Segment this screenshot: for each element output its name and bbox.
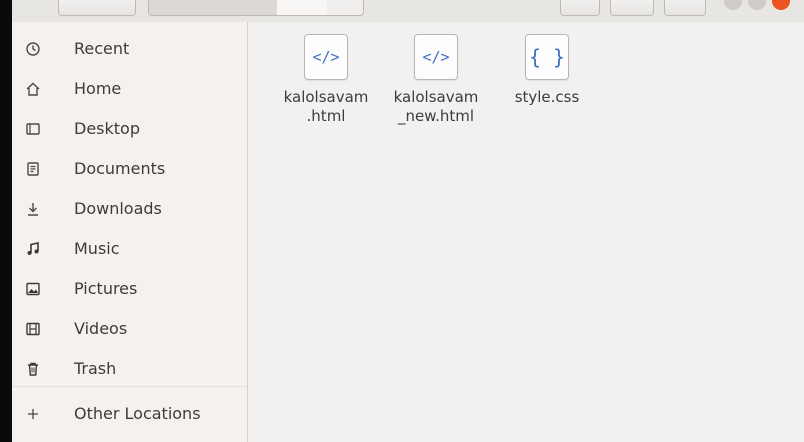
sidebar-item-other-locations[interactable]: Other Locations xyxy=(12,394,247,434)
sidebar-item-label: Pictures xyxy=(74,279,138,298)
clock-icon xyxy=(22,38,44,60)
sidebar-item-label: Home xyxy=(74,79,122,98)
file-manager-window: Recent Home Desktop Documents Downloads xyxy=(12,0,804,442)
desktop-icon xyxy=(22,118,44,140)
sidebar-item-music[interactable]: Music xyxy=(12,229,247,269)
view-toggle-button[interactable] xyxy=(610,0,654,16)
sidebar-item-label: Trash xyxy=(74,359,117,378)
file-item[interactable]: </> kalolsavam .html xyxy=(277,34,375,126)
sidebar-item-label: Documents xyxy=(74,159,166,178)
sidebar-item-documents[interactable]: Documents xyxy=(12,149,247,189)
sidebar-item-recent[interactable]: Recent xyxy=(12,29,247,69)
sidebar-item-trash[interactable]: Trash xyxy=(12,349,247,389)
sidebar-item-videos[interactable]: Videos xyxy=(12,309,247,349)
sidebar-item-label: Music xyxy=(74,239,120,258)
file-item[interactable]: </> kalolsavam _new.html xyxy=(387,34,485,126)
sidebar-item-label: Downloads xyxy=(74,199,162,218)
back-forward-buttons[interactable] xyxy=(58,0,136,16)
maximize-button[interactable] xyxy=(748,0,766,10)
close-button[interactable] xyxy=(772,0,790,10)
trash-icon xyxy=(22,358,44,380)
sidebar-item-label: Videos xyxy=(74,319,128,338)
sidebar-separator xyxy=(12,386,247,387)
home-icon xyxy=(22,78,44,100)
menu-button[interactable] xyxy=(664,0,706,16)
music-icon xyxy=(22,238,44,260)
plus-icon xyxy=(22,403,44,425)
path-segment-current[interactable] xyxy=(277,0,327,15)
document-icon xyxy=(22,158,44,180)
path-segment-parent[interactable] xyxy=(149,0,277,15)
sidebar-item-pictures[interactable]: Pictures xyxy=(12,269,247,309)
path-bar[interactable] xyxy=(148,0,364,16)
css-file-icon: { } xyxy=(525,34,569,80)
picture-icon xyxy=(22,278,44,300)
file-name: kalolsavam _new.html xyxy=(393,88,479,125)
sidebar-item-home[interactable]: Home xyxy=(12,69,247,109)
sidebar-item-label: Recent xyxy=(74,39,130,58)
places-sidebar: Recent Home Desktop Documents Downloads xyxy=(12,22,248,442)
file-name: style.css xyxy=(514,88,580,106)
search-button[interactable] xyxy=(560,0,600,16)
sidebar-item-downloads[interactable]: Downloads xyxy=(12,189,247,229)
download-icon xyxy=(22,198,44,220)
sidebar-item-label: Desktop xyxy=(74,119,140,138)
file-name: kalolsavam .html xyxy=(283,88,369,125)
html-file-icon: </> xyxy=(414,34,458,80)
sidebar-item-desktop[interactable]: Desktop xyxy=(12,109,247,149)
html-file-icon: </> xyxy=(304,34,348,80)
minimize-button[interactable] xyxy=(724,0,742,10)
file-view: </> kalolsavam .html </> kalolsavam _new… xyxy=(248,22,804,442)
sidebar-item-label: Other Locations xyxy=(74,404,201,423)
film-icon xyxy=(22,318,44,340)
header-bar xyxy=(12,0,804,23)
file-item[interactable]: { } style.css xyxy=(498,34,596,107)
